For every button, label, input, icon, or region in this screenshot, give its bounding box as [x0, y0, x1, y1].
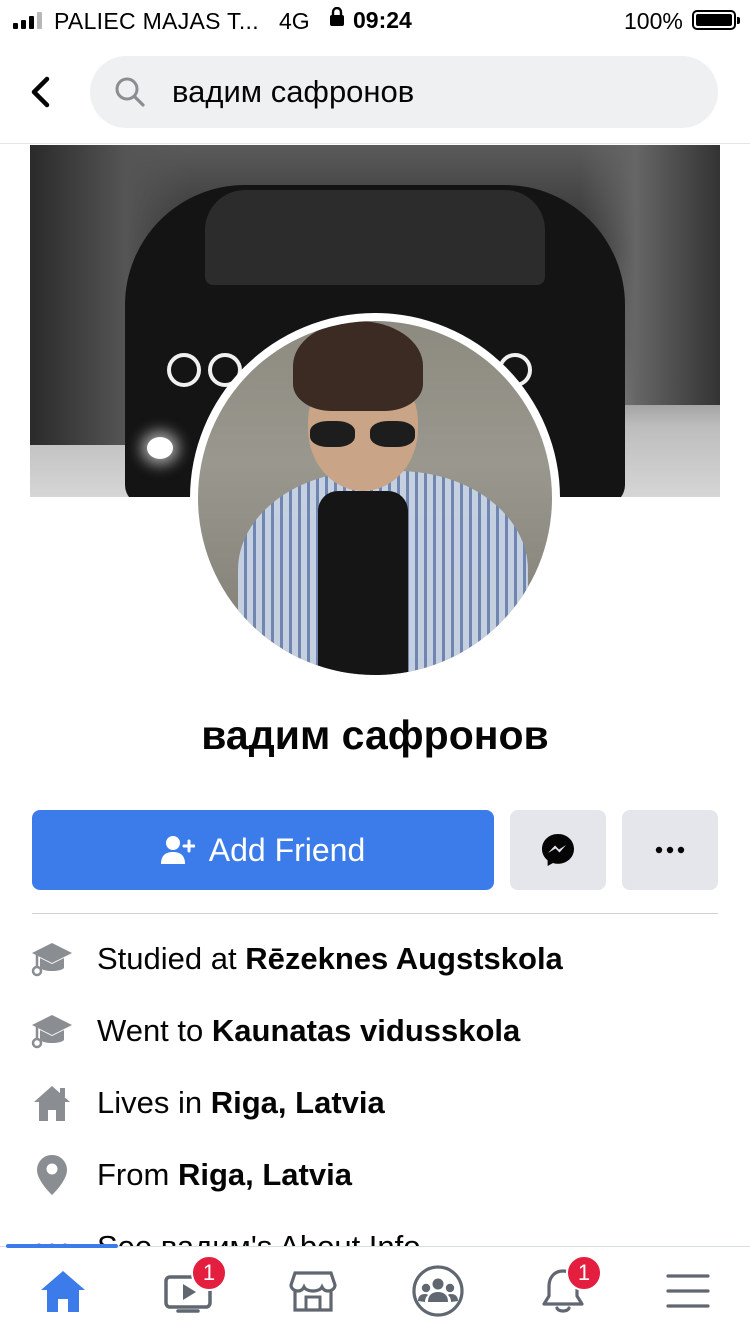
- add-friend-label: Add Friend: [208, 831, 366, 868]
- tab-home[interactable]: [0, 1247, 125, 1334]
- network-type: 4G: [279, 8, 310, 34]
- info-text: From Riga, Latvia: [97, 1157, 352, 1192]
- search-icon: [115, 77, 145, 107]
- info-text: Went to Kaunatas vidusskola: [97, 1013, 521, 1048]
- lock-icon: [330, 7, 344, 26]
- tab-notifications[interactable]: 1: [500, 1247, 625, 1334]
- carrier-name: PALIEC MAJAS T...: [54, 8, 259, 34]
- more-options-button[interactable]: [622, 810, 718, 890]
- profile-picture[interactable]: [190, 313, 560, 683]
- status-bar: PALIEC MAJAS T... 4G 09:24 100%: [0, 0, 750, 40]
- search-query: вадим сафронов: [172, 74, 415, 109]
- messenger-icon: [542, 834, 574, 866]
- bottom-tab-bar: 1 1: [0, 1244, 750, 1334]
- house-icon: [30, 1081, 74, 1125]
- info-education-school: Went to Kaunatas vidusskola: [30, 1006, 730, 1056]
- search-header: вадим сафронов: [0, 40, 750, 144]
- signal-icon: [13, 11, 42, 29]
- more-dots-icon: [655, 846, 685, 854]
- profile-name: вадим сафронов: [201, 712, 549, 758]
- info-education-college: Studied at Rēzeknes Augstskola: [30, 934, 730, 984]
- battery-percent: 100%: [624, 8, 683, 34]
- school-link[interactable]: Kaunatas vidusskola: [212, 1013, 520, 1048]
- add-friend-button[interactable]: Add Friend: [32, 810, 494, 890]
- info-hometown: From Riga, Latvia: [30, 1150, 730, 1200]
- divider: [32, 913, 718, 914]
- marketplace-icon: [288, 1271, 337, 1312]
- tab-watch[interactable]: 1: [125, 1247, 250, 1334]
- info-text: Studied at Rēzeknes Augstskola: [97, 941, 563, 976]
- avatar: [198, 321, 552, 675]
- tab-menu[interactable]: [625, 1247, 750, 1334]
- home-icon: [40, 1271, 85, 1312]
- add-person-icon: [160, 836, 195, 864]
- notification-badge: 1: [191, 1255, 227, 1291]
- city-link[interactable]: Riga, Latvia: [211, 1085, 385, 1120]
- tab-groups[interactable]: [375, 1247, 500, 1334]
- notification-badge: 1: [566, 1255, 602, 1291]
- search-input[interactable]: вадим сафронов: [90, 56, 718, 128]
- location-pin-icon: [30, 1153, 74, 1197]
- chevron-left-icon: [31, 76, 50, 108]
- graduation-cap-icon: [30, 1009, 74, 1053]
- groups-icon: [411, 1265, 464, 1317]
- clock: 09:24: [353, 7, 412, 33]
- graduation-cap-icon: [30, 937, 74, 981]
- school-link[interactable]: Rēzeknes Augstskola: [245, 941, 563, 976]
- info-current-city: Lives in Riga, Latvia: [30, 1078, 730, 1128]
- back-button[interactable]: [20, 72, 60, 112]
- menu-icon: [665, 1274, 710, 1308]
- tab-marketplace[interactable]: [250, 1247, 375, 1334]
- battery-icon: [692, 10, 740, 30]
- info-text: Lives in Riga, Latvia: [97, 1085, 385, 1120]
- message-button[interactable]: [510, 810, 606, 890]
- city-link[interactable]: Riga, Latvia: [178, 1157, 352, 1192]
